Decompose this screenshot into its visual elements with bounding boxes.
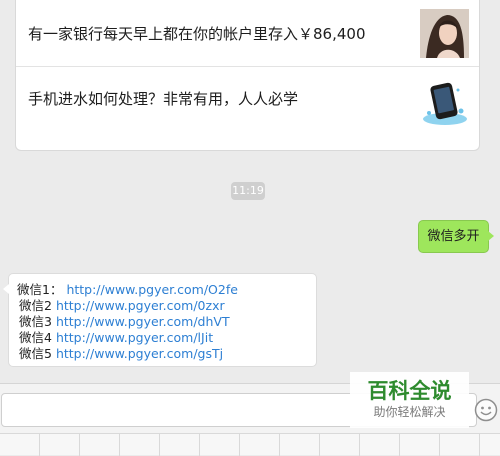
news-card: 有一家银行每天早上都在你的帐户里存入￥86,400 手机进水如何处理？非常有用，… bbox=[15, 0, 480, 151]
app-label: 微信3 bbox=[19, 314, 52, 329]
keyboard-strip bbox=[0, 433, 500, 456]
keyboard-key[interactable] bbox=[40, 434, 80, 456]
watermark-subtitle: 助你轻松解决 bbox=[373, 405, 446, 419]
news-item[interactable]: 手机进水如何处理？非常有用，人人必学 bbox=[16, 67, 479, 151]
news-title: 手机进水如何处理？非常有用，人人必学 bbox=[28, 90, 299, 108]
message-line: 微信3 http://www.pgyer.com/dhVT bbox=[19, 314, 230, 330]
emoji-icon[interactable] bbox=[474, 398, 498, 422]
message-link[interactable]: http://www.pgyer.com/dhVT bbox=[56, 314, 230, 329]
watermark-title: 百科全说 bbox=[367, 379, 452, 403]
keyboard-key[interactable] bbox=[160, 434, 200, 456]
app-label: 微信2 bbox=[19, 298, 52, 313]
portrait-photo-icon bbox=[420, 9, 469, 58]
app-label: 微信4 bbox=[19, 330, 52, 345]
keyboard-key[interactable] bbox=[200, 434, 240, 456]
keyboard-key[interactable] bbox=[120, 434, 160, 456]
message-line: 微信2 http://www.pgyer.com/0zxr bbox=[19, 298, 225, 314]
message-line: 微信1： http://www.pgyer.com/O2fe bbox=[17, 282, 238, 298]
watermark-logo: 百科全说 助你轻松解决 bbox=[350, 372, 469, 428]
keyboard-key[interactable] bbox=[240, 434, 280, 456]
keyboard-key[interactable] bbox=[280, 434, 320, 456]
message-line: 微信5 http://www.pgyer.com/gsTj bbox=[19, 346, 223, 362]
keyboard-key[interactable] bbox=[80, 434, 120, 456]
message-link[interactable]: http://www.pgyer.com/O2fe bbox=[66, 282, 238, 297]
keyboard-key[interactable] bbox=[360, 434, 400, 456]
message-link[interactable]: http://www.pgyer.com/lJit bbox=[56, 330, 213, 345]
wet-phone-photo-icon bbox=[420, 78, 469, 127]
incoming-message-bubble[interactable]: 微信1： http://www.pgyer.com/O2fe 微信2 http:… bbox=[3, 273, 317, 367]
keyboard-key[interactable] bbox=[440, 434, 480, 456]
message-link[interactable]: http://www.pgyer.com/gsTj bbox=[56, 346, 223, 361]
news-title: 有一家银行每天早上都在你的帐户里存入￥86,400 bbox=[28, 25, 366, 43]
keyboard-key[interactable] bbox=[320, 434, 360, 456]
message-line: 微信4 http://www.pgyer.com/lJit bbox=[19, 330, 213, 346]
timestamp-badge: 11:19 bbox=[231, 182, 265, 200]
keyboard-key[interactable] bbox=[400, 434, 440, 456]
keyboard-key[interactable] bbox=[0, 434, 40, 456]
outgoing-message-bubble[interactable]: 微信多开 bbox=[418, 220, 494, 253]
app-label: 微信5 bbox=[19, 346, 52, 361]
app-label: 微信1： bbox=[17, 282, 63, 297]
news-item[interactable]: 有一家银行每天早上都在你的帐户里存入￥86,400 bbox=[16, 0, 479, 67]
message-link[interactable]: http://www.pgyer.com/0zxr bbox=[56, 298, 225, 313]
